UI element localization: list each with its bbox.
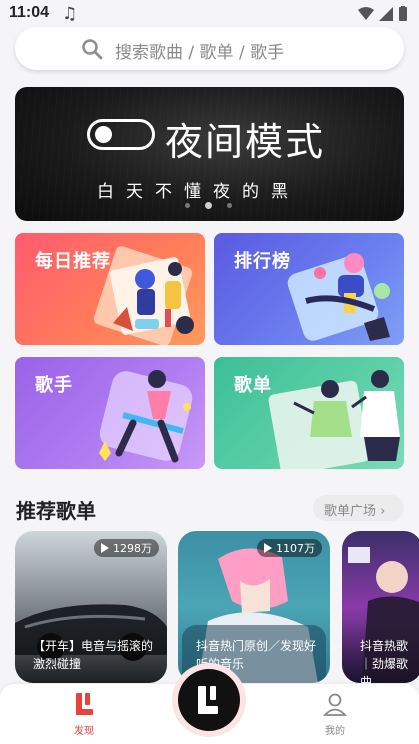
battery-icon [399, 7, 407, 21]
search-icon [82, 39, 103, 60]
category-chart[interactable]: 排行榜 [214, 233, 404, 345]
toggle-knob [95, 126, 112, 143]
app-logo-icon [198, 686, 218, 714]
nav-discover[interactable]: 发现 [59, 692, 109, 737]
discover-icon [76, 693, 93, 715]
category-daily-recommend[interactable]: 每日推荐 [15, 233, 205, 345]
playcount-text: 1298万 [113, 542, 152, 555]
category-artist[interactable]: 歌手 [15, 357, 205, 469]
recommend-playlists-title: 推荐歌单 [16, 499, 96, 523]
nav-mine-label: 我的 [325, 726, 345, 737]
playlist-name: 抖音热歌｜劲爆歌曲 [342, 625, 419, 683]
category-label: 排行榜 [234, 251, 291, 272]
playcount-badge: 1107万 [257, 539, 322, 557]
play-count-icon [264, 543, 272, 553]
toggle-switch-icon [87, 119, 155, 150]
banner-subtitle: 白天不懂夜的黑 [97, 182, 300, 202]
category-label: 歌手 [35, 375, 73, 396]
playcount-text: 1107万 [276, 542, 315, 555]
playlist-name: 【开车】电音与摇滚的激烈碰撞 [15, 625, 167, 683]
banner-dot-active [205, 202, 212, 209]
nav-discover-label: 发现 [74, 726, 94, 737]
status-bar: 11:04 ♫ [0, 0, 419, 28]
playlist-plaza-button[interactable]: 歌单广场 › [313, 495, 404, 521]
playlist-card[interactable]: 1298万 【开车】电音与摇滚的激烈碰撞 [15, 531, 167, 683]
center-player-disc [178, 669, 240, 731]
music-note-icon: ♫ [62, 4, 78, 24]
banner-title: 夜间模式 [165, 120, 326, 164]
banner-dot [227, 203, 232, 208]
category-playlist[interactable]: 歌单 [214, 357, 404, 469]
user-icon [322, 693, 348, 716]
search-bar[interactable]: 搜索歌曲 / 歌单 / 歌手 [15, 27, 404, 70]
signal-icon [379, 7, 393, 21]
playcount-badge: 1298万 [94, 539, 159, 557]
wifi-icon [358, 7, 374, 20]
play-count-icon [101, 543, 109, 553]
banner-pagination [183, 202, 237, 210]
status-icons [358, 6, 407, 21]
status-time: 11:04 [9, 4, 50, 21]
night-mode-banner[interactable]: 夜间模式 白天不懂夜的黑 [15, 87, 404, 221]
banner-dot [185, 203, 190, 208]
center-player-button[interactable] [172, 663, 246, 737]
playlist-card[interactable]: 抖音热歌｜劲爆歌曲 [342, 531, 419, 683]
playlist-card[interactable]: 1107万 抖音热门原创／发现好听的音乐 [178, 531, 330, 683]
category-label: 每日推荐 [35, 251, 111, 272]
search-placeholder[interactable]: 搜索歌曲 / 歌单 / 歌手 [115, 38, 284, 63]
nav-mine[interactable]: 我的 [310, 692, 360, 737]
category-label: 歌单 [234, 375, 272, 396]
